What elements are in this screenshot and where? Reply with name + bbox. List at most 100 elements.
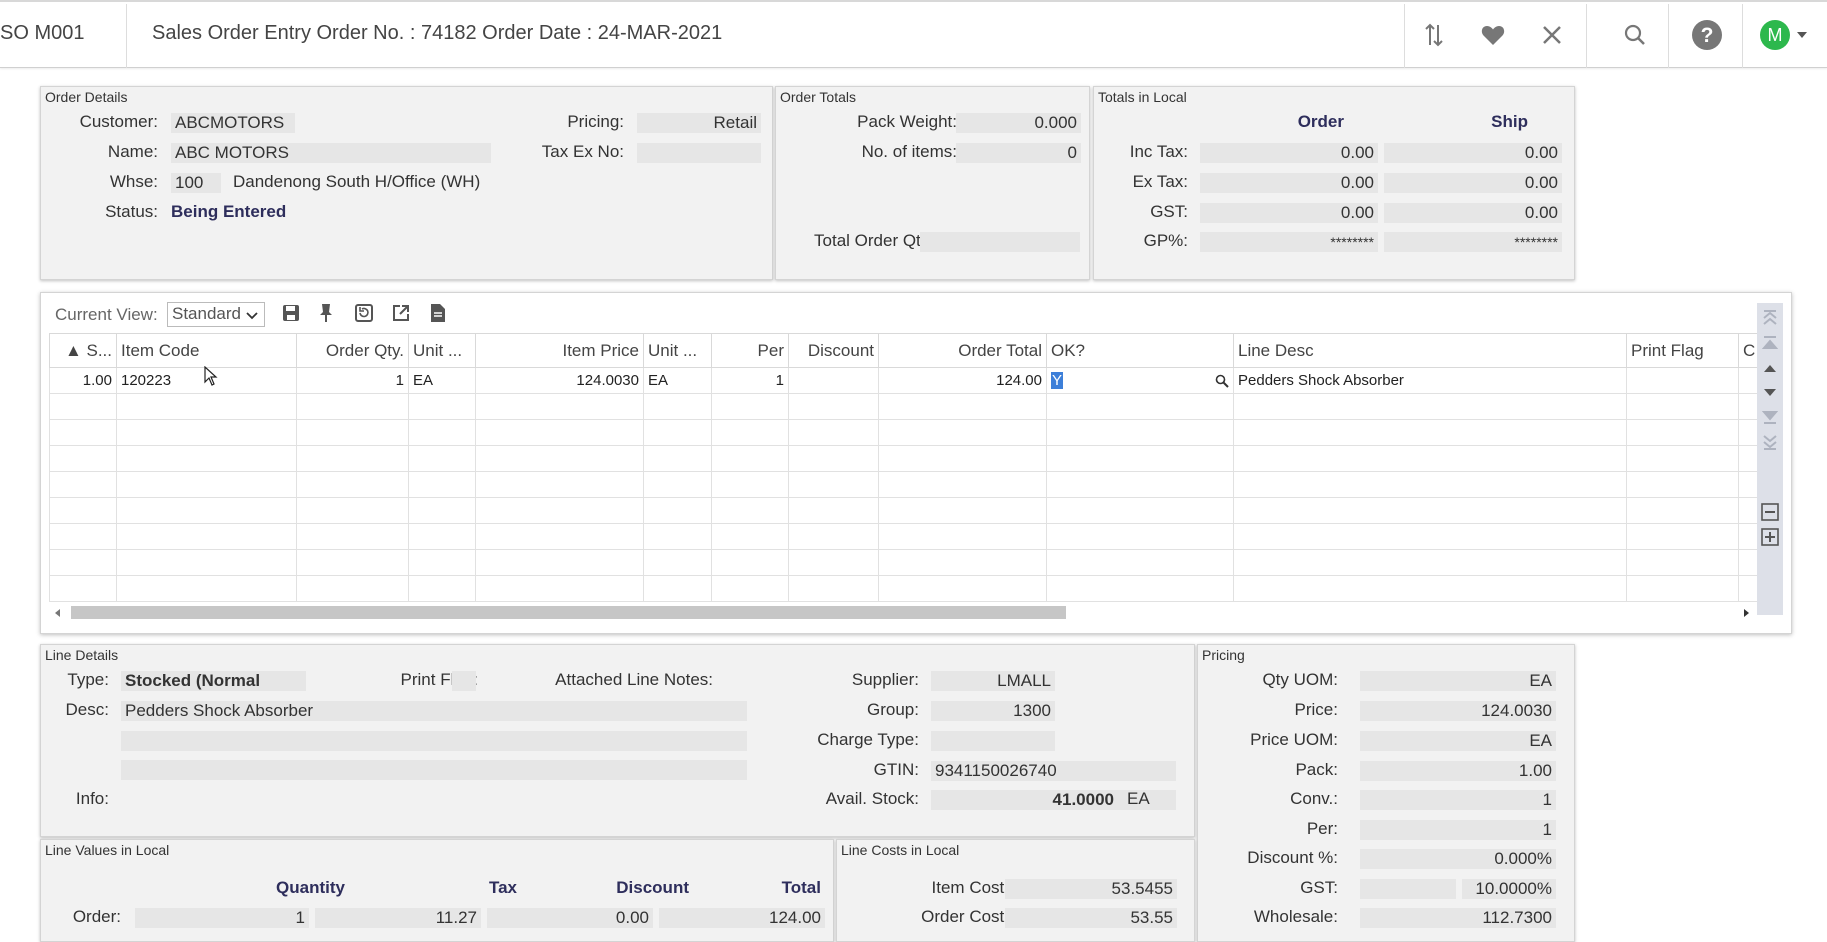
cell-order-qty[interactable]: 1 (296, 367, 409, 394)
cell-seq[interactable]: 1.00 (49, 367, 117, 394)
conv-field[interactable]: 1 (1360, 790, 1556, 810)
supplier-field[interactable]: LMALL (931, 671, 1055, 691)
table-row[interactable]: 1.00 120223 1 EA 124.0030 EA 1 124.00 Y … (49, 367, 1761, 394)
table-row-empty[interactable] (49, 393, 1761, 420)
gst-pct-field[interactable]: 10.0000% (1462, 879, 1556, 899)
pin-icon[interactable] (318, 303, 334, 328)
column-header-price-unit[interactable]: Unit ... (643, 333, 712, 368)
page-up-icon[interactable] (1762, 335, 1778, 351)
cell-per[interactable]: 1 (711, 367, 789, 394)
print-flag-field[interactable] (452, 671, 476, 691)
gtin-field[interactable]: 9341150026740 (931, 761, 1176, 781)
cell-order-total[interactable]: 124.00 (878, 367, 1047, 394)
collapse-icon[interactable] (1761, 503, 1779, 521)
page-down-icon[interactable] (1762, 409, 1778, 425)
desc-line-2[interactable] (121, 731, 747, 751)
pack-field[interactable]: 1.00 (1360, 761, 1556, 781)
desc-line-1[interactable]: Pedders Shock Absorber (121, 701, 747, 721)
help-icon[interactable]: ? (1690, 18, 1724, 52)
type-field[interactable]: Stocked (Normal (121, 671, 306, 691)
up-icon[interactable] (1762, 362, 1778, 374)
items-field[interactable]: 0 (956, 143, 1081, 163)
tax-ex-field[interactable] (637, 143, 761, 163)
avail-stock-uom: EA (1127, 789, 1150, 808)
order-total-field[interactable]: 124.00 (659, 908, 825, 928)
sort-arrows-icon[interactable] (1417, 18, 1451, 52)
customer-field[interactable]: ABCMOTORS (171, 113, 295, 133)
first-record-icon[interactable] (1762, 309, 1778, 327)
item-cost-field[interactable]: 53.5455 (1005, 879, 1177, 899)
group-field[interactable]: 1300 (931, 701, 1055, 721)
cell-print-flag[interactable] (1626, 367, 1739, 394)
cell-ok[interactable]: Y (1046, 367, 1234, 394)
column-header-per[interactable]: Per (711, 333, 789, 368)
column-header-print-flag[interactable]: Print Flag (1626, 333, 1739, 368)
close-icon[interactable] (1535, 18, 1569, 52)
gst-code-field[interactable] (1360, 879, 1456, 899)
reset-view-icon[interactable] (354, 303, 374, 328)
column-header-item-price[interactable]: Item Price (475, 333, 644, 368)
save-icon[interactable] (281, 303, 301, 328)
column-header-discount[interactable]: Discount (788, 333, 879, 368)
discount-pct-field[interactable]: 0.000% (1360, 849, 1556, 869)
per-field[interactable]: 1 (1360, 820, 1556, 840)
desc-line-3[interactable] (121, 760, 747, 780)
search-icon[interactable] (1618, 18, 1652, 52)
table-row-empty[interactable] (49, 523, 1761, 550)
cell-line-desc[interactable]: Pedders Shock Absorber (1233, 367, 1627, 394)
total-qty-field[interactable] (920, 232, 1080, 252)
table-row-empty[interactable] (49, 471, 1761, 498)
last-record-icon[interactable] (1762, 433, 1778, 451)
user-menu[interactable]: M (1756, 18, 1812, 52)
gp-order[interactable]: ******** (1200, 232, 1378, 252)
whse-code-field[interactable]: 100 (171, 173, 221, 193)
table-row-empty[interactable] (49, 497, 1761, 524)
scrollbar-thumb[interactable] (71, 606, 1066, 619)
column-header-item-code[interactable]: Item Code (116, 333, 297, 368)
name-field[interactable]: ABC MOTORS (171, 143, 491, 163)
column-header-line-desc[interactable]: Line Desc (1233, 333, 1627, 368)
gp-ship[interactable]: ******** (1384, 232, 1562, 252)
order-discount-field[interactable]: 0.00 (487, 908, 653, 928)
price-field[interactable]: 124.0030 (1360, 701, 1556, 721)
heart-icon[interactable] (1476, 18, 1510, 52)
order-cost-field[interactable]: 53.55 (1005, 908, 1177, 928)
ex-tax-ship[interactable]: 0.00 (1384, 173, 1562, 193)
gst-order[interactable]: 0.00 (1200, 203, 1378, 223)
order-tax-field[interactable]: 11.27 (315, 908, 481, 928)
table-row-empty[interactable] (49, 419, 1761, 446)
scroll-left-icon[interactable] (53, 608, 61, 618)
ex-tax-order[interactable]: 0.00 (1200, 173, 1378, 193)
table-row-empty[interactable] (49, 549, 1761, 576)
cell-item-price[interactable]: 124.0030 (475, 367, 644, 394)
gst-ship[interactable]: 0.00 (1384, 203, 1562, 223)
export-icon[interactable] (391, 303, 411, 328)
order-qty-field[interactable]: 1 (135, 908, 309, 928)
charge-type-field[interactable] (931, 731, 1055, 751)
horizontal-scrollbar[interactable] (49, 604, 1755, 622)
scroll-right-icon[interactable] (1743, 608, 1751, 618)
column-header-order-qty[interactable]: Order Qty. (296, 333, 409, 368)
current-view-select[interactable]: Standard (167, 302, 265, 327)
column-header-ok[interactable]: OK? (1046, 333, 1234, 368)
expand-icon[interactable] (1761, 528, 1779, 546)
document-icon[interactable] (430, 303, 446, 328)
pack-weight-field[interactable]: 0.000 (956, 113, 1081, 133)
info-label: Info: (75, 789, 109, 808)
wholesale-field[interactable]: 112.7300 (1360, 908, 1556, 928)
table-row-empty[interactable] (49, 575, 1761, 602)
cell-price-unit[interactable]: EA (643, 367, 712, 394)
cell-unit[interactable]: EA (408, 367, 476, 394)
qty-uom-field[interactable]: EA (1360, 671, 1556, 691)
inc-tax-ship[interactable]: 0.00 (1384, 143, 1562, 163)
inc-tax-order[interactable]: 0.00 (1200, 143, 1378, 163)
column-header-order-total[interactable]: Order Total (878, 333, 1047, 368)
search-icon[interactable] (1215, 374, 1229, 388)
column-header-unit[interactable]: Unit ... (408, 333, 476, 368)
price-uom-field[interactable]: EA (1360, 731, 1556, 751)
pricing-field[interactable]: Retail (637, 113, 761, 133)
down-icon[interactable] (1762, 387, 1778, 399)
table-row-empty[interactable] (49, 445, 1761, 472)
column-header-seq[interactable]: ▲ S... (49, 333, 117, 368)
cell-discount[interactable] (788, 367, 879, 394)
